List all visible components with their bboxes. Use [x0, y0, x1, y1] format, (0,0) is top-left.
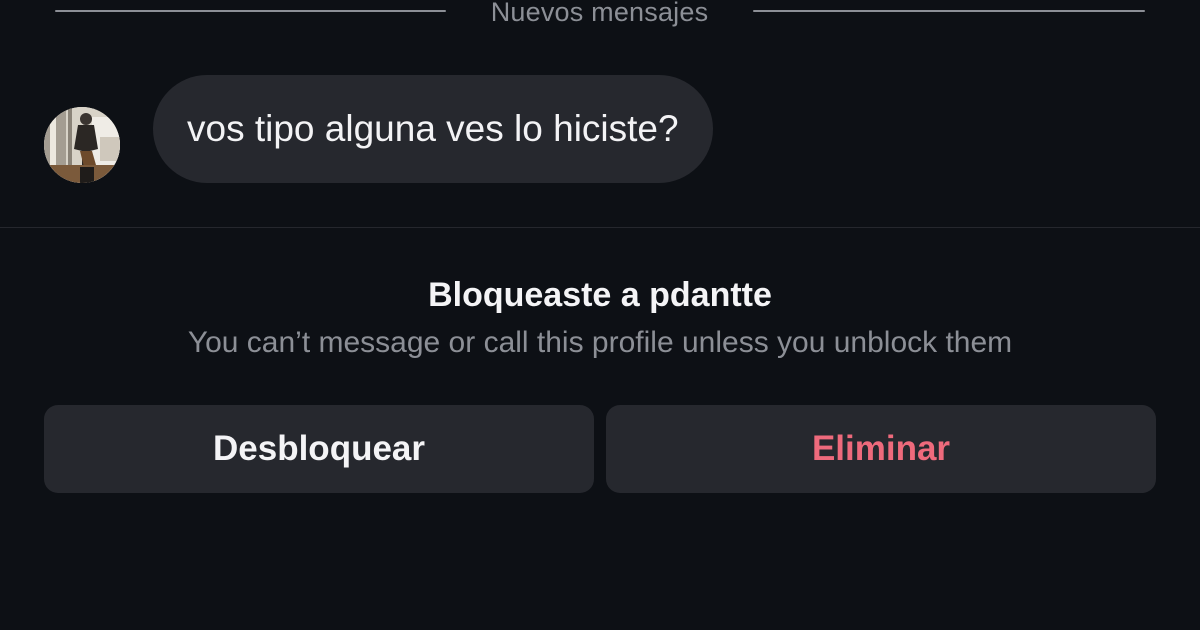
blocked-subtitle: You can’t message or call this profile u… [187, 326, 1013, 359]
unblock-button[interactable]: Desbloquear [44, 405, 594, 493]
sender-avatar[interactable] [44, 107, 120, 183]
section-separator [0, 227, 1200, 228]
blocked-title: Bloqueaste a pdantte [428, 276, 772, 314]
divider-line-right [753, 10, 1145, 12]
new-messages-divider: Nuevos mensajes [0, 0, 1200, 27]
new-messages-label: Nuevos mensajes [490, 0, 709, 27]
avatar-photo-icon [44, 107, 120, 183]
delete-button[interactable]: Eliminar [606, 405, 1156, 493]
incoming-message-row: vos tipo alguna ves lo hiciste? [0, 75, 1200, 185]
divider-line-left [55, 10, 446, 12]
message-bubble[interactable]: vos tipo alguna ves lo hiciste? [153, 75, 713, 183]
